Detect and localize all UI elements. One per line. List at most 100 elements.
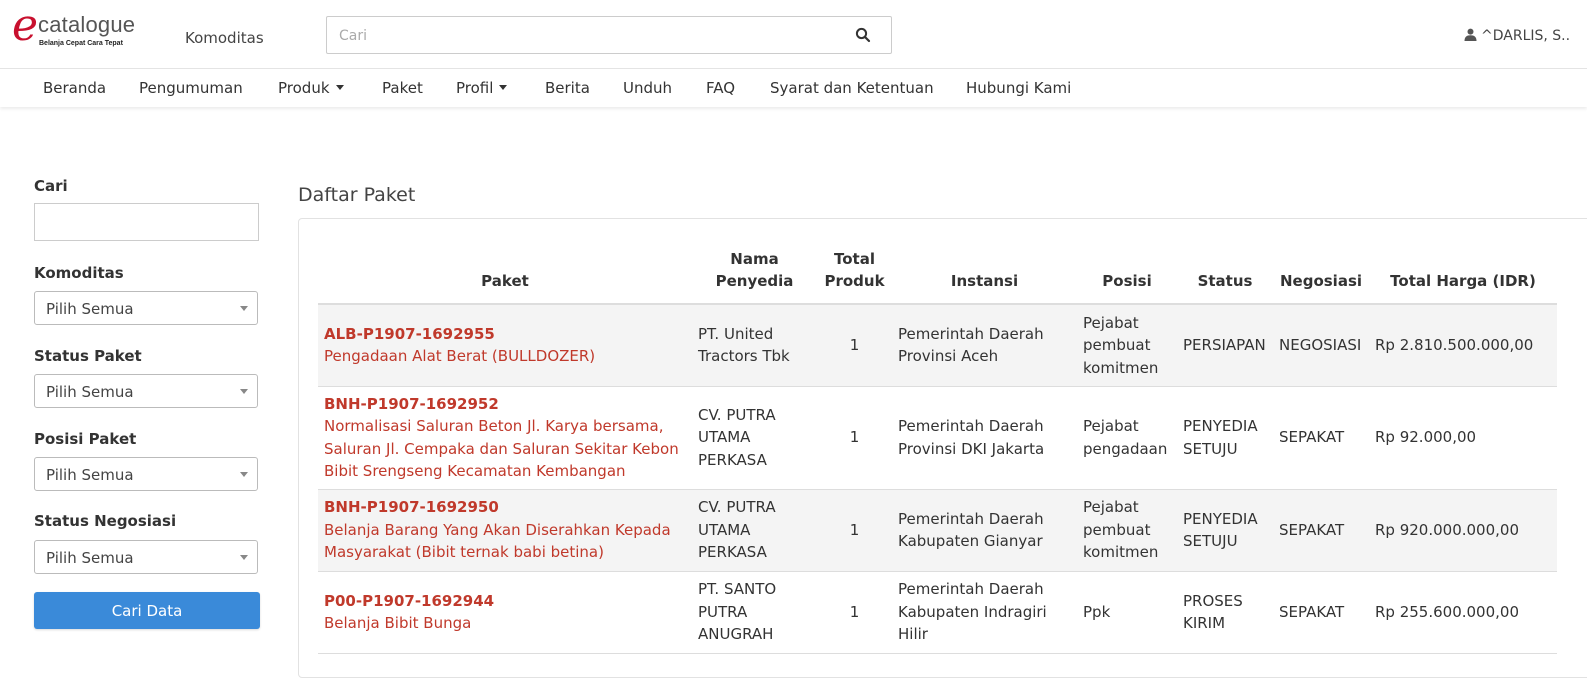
nav-profil-label: Profil [456,79,494,97]
nav-berita[interactable]: Berita [545,79,590,97]
penyedia-cell: CV. PUTRA UTAMA PERKASA [692,489,817,572]
logo-tagline: Belanja Cepat Cara Tepat [39,40,123,47]
paket-name-link[interactable]: Pengadaan Alat Berat (BULLDOZER) [324,345,686,368]
chevron-down-icon [240,472,248,477]
negosiasi-cell: NEGOSIASI [1273,304,1369,387]
total-produk-cell: 1 [817,571,892,654]
chevron-down-icon [240,389,248,394]
paket-code-link[interactable]: BNH-P1907-1692950 [324,496,686,519]
column-header[interactable]: Posisi [1077,245,1177,305]
nav-beranda[interactable]: Beranda [43,79,106,97]
search-bar [326,16,892,55]
nav-paket[interactable]: Paket [382,79,423,97]
column-header[interactable]: Total Produk [817,245,892,305]
komoditas-select[interactable]: Pilih Semua [34,291,258,325]
user-name: ^DARLIS, S.. [1481,28,1571,44]
search-input[interactable] [337,17,841,55]
total-produk-cell: 1 [817,386,892,490]
logo-text: catalogue [38,12,136,37]
negosiasi-cell: SEPAKAT [1273,489,1369,572]
status-cell: PROSES KIRIM [1177,571,1273,654]
column-header[interactable]: Paket [318,245,692,305]
status-negosiasi-select[interactable]: Pilih Semua [34,540,258,574]
chevron-down-icon [240,555,248,560]
paket-code-link[interactable]: ALB-P1907-1692955 [324,323,686,346]
harga-cell: Rp 92.000,00 [1369,386,1557,490]
posisi-paket-label: Posisi Paket [34,430,137,448]
nav-hubungi-kami[interactable]: Hubungi Kami [966,79,1071,97]
harga-cell: Rp 255.600.000,00 [1369,571,1557,654]
chevron-down-icon [240,306,248,311]
table-row[interactable]: BNH-P1907-1692950 Belanja Barang Yang Ak… [318,489,1557,572]
posisi-paket-select-value: Pilih Semua [46,466,134,484]
status-cell: PENYEDIA SETUJU [1177,489,1273,572]
negosiasi-cell: SEPAKAT [1273,571,1369,654]
user-icon [1464,28,1477,41]
instansi-cell: Pemerintah Daerah Provinsi DKI Jakarta [892,386,1077,490]
paket-code-link[interactable]: BNH-P1907-1692952 [324,393,686,416]
cari-input[interactable] [34,203,259,241]
page-title: Daftar Paket [298,184,416,206]
logo-mark: e [12,0,39,51]
nav-produk-label: Produk [278,79,330,97]
posisi-cell: Pejabat pembuat komitmen [1077,489,1177,572]
column-header[interactable]: Total Harga (IDR) [1369,245,1557,305]
status-cell: PERSIAPAN [1177,304,1273,387]
paket-cell: BNH-P1907-1692950 Belanja Barang Yang Ak… [318,489,692,572]
column-header[interactable]: Negosiasi [1273,245,1369,305]
harga-cell: Rp 920.000.000,00 [1369,489,1557,572]
top-header: e catalogue Belanja Cepat Cara Tepat Kom… [0,0,1587,69]
paket-name-link[interactable]: Normalisasi Saluran Beton Jl. Karya bers… [324,415,686,483]
nav-syarat-ketentuan[interactable]: Syarat dan Ketentuan [770,79,934,97]
table-row[interactable]: P00-P1907-1692944 Belanja Bibit Bunga PT… [318,571,1557,654]
status-negosiasi-label: Status Negosiasi [34,512,177,530]
status-negosiasi-select-value: Pilih Semua [46,549,134,567]
harga-cell: Rp 2.810.500.000,00 [1369,304,1557,387]
cari-label: Cari [34,177,68,195]
penyedia-cell: CV. PUTRA UTAMA PERKASA [692,386,817,490]
posisi-cell: Pejabat pembuat komitmen [1077,304,1177,387]
posisi-paket-select[interactable]: Pilih Semua [34,457,258,491]
penyedia-cell: PT. United Tractors Tbk [692,304,817,387]
total-produk-cell: 1 [817,304,892,387]
paket-cell: BNH-P1907-1692952 Normalisasi Saluran Be… [318,386,692,490]
column-header[interactable]: Status [1177,245,1273,305]
paket-table: Paket Nama Penyedia Total Produk Instans… [318,245,1557,654]
user-menu[interactable]: ^DARLIS, S.. [1464,28,1570,44]
column-header[interactable]: Instansi [892,245,1077,305]
instansi-cell: Pemerintah Daerah Kabupaten Gianyar [892,489,1077,572]
paket-name-link[interactable]: Belanja Bibit Bunga [324,612,686,635]
komoditas-label: Komoditas [34,264,124,282]
paket-name-link[interactable]: Belanja Barang Yang Akan Diserahkan Kepa… [324,519,686,564]
status-cell: PENYEDIA SETUJU [1177,386,1273,490]
posisi-cell: Pejabat pengadaan [1077,386,1177,490]
ecatalogue-logo[interactable]: e catalogue Belanja Cepat Cara Tepat [12,2,147,52]
cari-data-button[interactable]: Cari Data [34,592,260,629]
search-icon[interactable] [855,27,871,43]
paket-cell: ALB-P1907-1692955 Pengadaan Alat Berat (… [318,304,692,387]
status-paket-select-value: Pilih Semua [46,383,134,401]
nav-faq[interactable]: FAQ [706,79,735,97]
main-nav: Beranda Pengumuman Produk Paket Profil B… [0,69,1587,107]
nav-unduh[interactable]: Unduh [623,79,672,97]
komoditas-link[interactable]: Komoditas [185,29,264,47]
posisi-cell: Ppk [1077,571,1177,654]
total-produk-cell: 1 [817,489,892,572]
chevron-down-icon [499,85,508,90]
paket-code-link[interactable]: P00-P1907-1692944 [324,590,686,613]
status-paket-label: Status Paket [34,347,142,365]
instansi-cell: Pemerintah Daerah Provinsi Aceh [892,304,1077,387]
nav-produk[interactable]: Produk [278,79,344,97]
nav-profil[interactable]: Profil [456,79,508,97]
table-row[interactable]: BNH-P1907-1692952 Normalisasi Saluran Be… [318,386,1557,490]
table-header-row: Paket Nama Penyedia Total Produk Instans… [318,245,1557,305]
table-row[interactable]: ALB-P1907-1692955 Pengadaan Alat Berat (… [318,304,1557,387]
komoditas-select-value: Pilih Semua [46,300,134,318]
instansi-cell: Pemerintah Daerah Kabupaten Indragiri Hi… [892,571,1077,654]
column-header[interactable]: Nama Penyedia [692,245,817,305]
chevron-down-icon [335,85,344,90]
nav-pengumuman[interactable]: Pengumuman [139,79,243,97]
status-paket-select[interactable]: Pilih Semua [34,374,258,408]
penyedia-cell: PT. SANTO PUTRA ANUGRAH [692,571,817,654]
negosiasi-cell: SEPAKAT [1273,386,1369,490]
